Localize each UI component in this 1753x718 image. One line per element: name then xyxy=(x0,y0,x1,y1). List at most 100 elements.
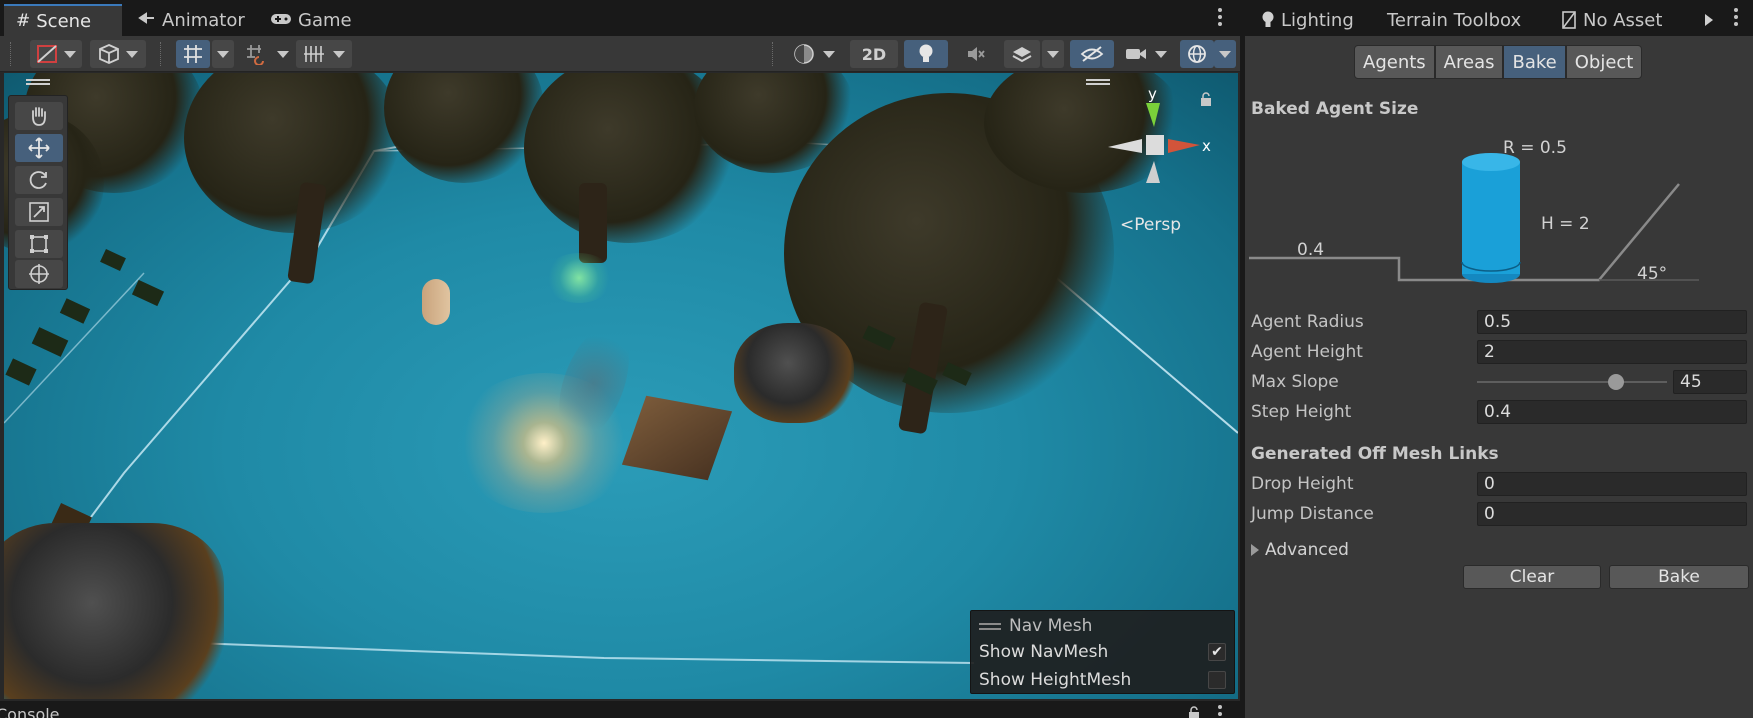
gizmo-axis-x-label: x xyxy=(1202,137,1211,155)
rotate-icon xyxy=(29,171,47,189)
jump-distance-field[interactable]: 0 xyxy=(1477,502,1747,526)
toggle-2d-button[interactable]: 2D xyxy=(850,40,898,68)
gizmos-toggle-button[interactable] xyxy=(1180,40,1214,68)
agent-height-label: Agent Height xyxy=(1251,342,1363,362)
render-mode-dropdown[interactable] xyxy=(90,40,146,68)
panel-menu-kebab-icon[interactable] xyxy=(1733,8,1739,26)
chevron-down-icon xyxy=(277,50,289,58)
gizmos-dropdown[interactable] xyxy=(1214,40,1236,68)
max-slope-label: Max Slope xyxy=(1251,372,1339,392)
show-navmesh-row: Show NavMesh ✔ xyxy=(979,639,1226,665)
shading-mode-dropdown[interactable] xyxy=(786,40,842,68)
height-label: H = 2 xyxy=(1541,214,1590,234)
rect-tool-button[interactable] xyxy=(15,230,63,258)
slope-label: 45° xyxy=(1637,264,1668,284)
scene-viewport[interactable]: y x <Persp Nav Mesh Show NavMesh ✔ Show … xyxy=(4,73,1238,699)
scene-window: # Scene Animator Game 2D y x <Persp Nav … xyxy=(0,0,1240,718)
jump-distance-label: Jump Distance xyxy=(1251,504,1374,524)
scene-visibility-toggle-button[interactable] xyxy=(1070,40,1114,68)
camera-icon xyxy=(1126,49,1146,59)
nav-tab-agents[interactable]: Agents xyxy=(1354,45,1435,79)
lightbulb-icon xyxy=(919,44,933,62)
layers-icon xyxy=(1012,47,1032,63)
effects-dropdown[interactable] xyxy=(1042,40,1064,68)
navmesh-overlay: Nav Mesh Show NavMesh ✔ Show HeightMesh xyxy=(970,610,1235,694)
bake-button[interactable]: Bake xyxy=(1609,565,1749,589)
grid-visibility-dropdown[interactable] xyxy=(296,40,352,68)
camera-settings-dropdown[interactable] xyxy=(1118,40,1174,68)
scene-toolbar: 2D xyxy=(0,36,1240,72)
advanced-foldout[interactable]: Advanced xyxy=(1251,540,1349,560)
cube-icon xyxy=(99,44,119,64)
overlay-drag-handle-icon[interactable] xyxy=(1086,79,1110,85)
toolbar-separator xyxy=(160,42,162,66)
hand-icon xyxy=(32,107,46,126)
tree-trunk xyxy=(579,183,607,263)
hand-tool-button[interactable] xyxy=(15,102,63,130)
increment-snap-icon xyxy=(247,45,264,65)
animator-icon xyxy=(138,10,156,31)
tab-overflow-button[interactable] xyxy=(1701,4,1717,36)
step-height-field[interactable]: 0.4 xyxy=(1477,400,1747,424)
right-tabbar: Lighting Terrain Toolbox No Asset xyxy=(1245,0,1753,36)
draw-mode-dropdown[interactable] xyxy=(30,40,82,68)
agent-radius-field[interactable]: 0.5 xyxy=(1477,310,1747,334)
tab-scene[interactable]: # Scene xyxy=(4,4,122,36)
max-slope-slider[interactable] xyxy=(1477,372,1667,392)
step-label: 0.4 xyxy=(1297,240,1325,260)
tool-palette xyxy=(8,95,68,290)
audio-mute-icon xyxy=(968,47,985,61)
clear-button[interactable]: Clear xyxy=(1463,565,1601,589)
orientation-gizmo[interactable]: y x xyxy=(1102,85,1212,207)
green-light-glow xyxy=(544,253,614,303)
nav-tab-areas[interactable]: Areas xyxy=(1434,45,1504,79)
gizmo-globe-icon xyxy=(1188,45,1206,63)
gamepad-icon xyxy=(270,10,292,31)
scale-tool-button[interactable] xyxy=(15,198,63,226)
tab-game[interactable]: Game xyxy=(258,4,364,36)
tab-terrain-toolbox[interactable]: Terrain Toolbox xyxy=(1375,4,1533,36)
increment-snapping-dropdown[interactable] xyxy=(240,40,294,68)
scene-menu-kebab-icon[interactable] xyxy=(1217,8,1223,26)
move-tool-button[interactable] xyxy=(15,134,63,162)
move-icon xyxy=(28,137,50,159)
show-heightmesh-row: Show HeightMesh xyxy=(979,667,1226,693)
step-height-label: Step Height xyxy=(1251,402,1352,422)
console-menu-kebab-icon[interactable] xyxy=(1217,705,1223,716)
effects-toggle-button[interactable] xyxy=(1004,40,1040,68)
lock-icon[interactable] xyxy=(1200,91,1212,111)
drop-height-label: Drop Height xyxy=(1251,474,1354,494)
overlay-drag-handle-icon[interactable] xyxy=(26,79,50,85)
show-navmesh-checkbox[interactable]: ✔ xyxy=(1208,643,1226,661)
max-slope-field[interactable]: 45 xyxy=(1673,370,1747,394)
lock-icon[interactable] xyxy=(1188,705,1200,718)
tab-no-asset[interactable]: No Asset xyxy=(1549,4,1674,36)
radius-label: R = 0.5 xyxy=(1503,138,1567,158)
bulb-icon xyxy=(1262,11,1274,27)
tab-lighting[interactable]: Lighting xyxy=(1249,4,1366,36)
drop-height-field[interactable]: 0 xyxy=(1477,472,1747,496)
nav-tab-object[interactable]: Object xyxy=(1565,45,1643,79)
persp-label[interactable]: <Persp xyxy=(1120,215,1181,235)
rotate-tool-button[interactable] xyxy=(15,166,63,194)
grid-snapping-button[interactable] xyxy=(176,40,210,68)
grid-snapping-dropdown[interactable] xyxy=(212,40,234,68)
lighting-toggle-button[interactable] xyxy=(904,40,948,68)
navigation-panel: Lighting Terrain Toolbox No Asset Agents… xyxy=(1242,0,1753,718)
tab-animator[interactable]: Animator xyxy=(126,4,257,36)
slider-thumb[interactable] xyxy=(1607,374,1624,390)
navigation-tabs: Agents Areas Bake Object xyxy=(1354,45,1643,79)
agent-height-field[interactable]: 2 xyxy=(1477,340,1747,364)
overlay-header[interactable]: Nav Mesh xyxy=(979,613,1226,639)
foldout-arrow-icon xyxy=(1251,544,1259,556)
show-heightmesh-checkbox[interactable] xyxy=(1208,671,1226,689)
tab-console[interactable]: Console xyxy=(0,705,60,718)
grid-visibility-icon xyxy=(304,46,324,62)
nav-tab-bake[interactable]: Bake xyxy=(1503,45,1566,79)
chevron-left-icon: < xyxy=(1120,215,1135,235)
chevron-down-icon xyxy=(1219,50,1231,58)
rect-transform-icon xyxy=(30,235,48,253)
transform-tool-button[interactable] xyxy=(15,260,63,288)
checkmark-icon: ✔ xyxy=(1211,644,1223,660)
audio-toggle-button[interactable] xyxy=(954,40,998,68)
